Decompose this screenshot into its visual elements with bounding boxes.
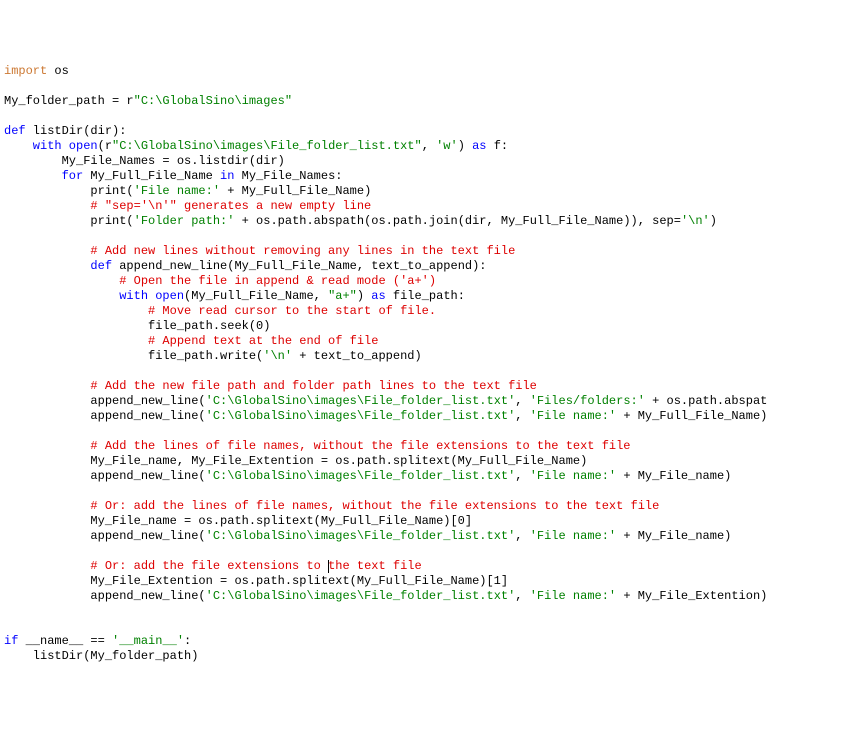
code-line: My_folder_path = r"C:\GlobalSino\images" (4, 94, 849, 109)
code-line: # Add new lines without removing any lin… (4, 244, 849, 259)
code-line: listDir(My_folder_path) (4, 649, 849, 664)
code-line (4, 364, 849, 379)
code-line (4, 424, 849, 439)
code-line: append_new_line('C:\GlobalSino\images\Fi… (4, 469, 849, 484)
code-line: # Or: add the lines of file names, witho… (4, 499, 849, 514)
code-line: append_new_line('C:\GlobalSino\images\Fi… (4, 394, 849, 409)
code-line (4, 604, 849, 619)
code-line: for My_Full_File_Name in My_File_Names: (4, 169, 849, 184)
comment: # Or: add the lines of file names, witho… (4, 499, 659, 513)
comment: # Open the file in append & read mode ('… (4, 274, 436, 288)
code-line: # Add the lines of file names, without t… (4, 439, 849, 454)
code-line: # Open the file in append & read mode ('… (4, 274, 849, 289)
code-line: file_path.seek(0) (4, 319, 849, 334)
comment: # Add the new file path and folder path … (4, 379, 537, 393)
code-line: My_File_Names = os.listdir(dir) (4, 154, 849, 169)
code-line: append_new_line('C:\GlobalSino\images\Fi… (4, 589, 849, 604)
code-line: def listDir(dir): (4, 124, 849, 139)
code-line: # Or: add the file extensions to the tex… (4, 559, 849, 574)
comment: # Add new lines without removing any lin… (4, 244, 515, 258)
code-line (4, 544, 849, 559)
code-line: print('File name:' + My_Full_File_Name) (4, 184, 849, 199)
code-line: if __name__ == '__main__': (4, 634, 849, 649)
code-line (4, 109, 849, 124)
comment: # Append text at the end of file (4, 334, 378, 348)
comment: # Or: add the file extensions to (4, 559, 328, 573)
code-line: file_path.write('\n' + text_to_append) (4, 349, 849, 364)
code-line: # Add the new file path and folder path … (4, 379, 849, 394)
comment: # Move read cursor to the start of file. (4, 304, 436, 318)
comment: # "sep='\n'" generates a new empty line (4, 199, 371, 213)
code-line: # "sep='\n'" generates a new empty line (4, 199, 849, 214)
code-line (4, 79, 849, 94)
comment: # Add the lines of file names, without t… (4, 439, 631, 453)
code-line: My_File_Extention = os.path.splitext(My_… (4, 574, 849, 589)
code-line: append_new_line('C:\GlobalSino\images\Fi… (4, 529, 849, 544)
code-line (4, 484, 849, 499)
code-line (4, 619, 849, 634)
code-line: append_new_line('C:\GlobalSino\images\Fi… (4, 409, 849, 424)
code-line: with open(r"C:\GlobalSino\images\File_fo… (4, 139, 849, 154)
code-line (4, 229, 849, 244)
code-line: with open(My_Full_File_Name, "a+") as fi… (4, 289, 849, 304)
code-line: def append_new_line(My_Full_File_Name, t… (4, 259, 849, 274)
code-line: import os (4, 64, 849, 79)
keyword-import: import (4, 64, 47, 78)
code-line: My_File_name, My_File_Extention = os.pat… (4, 454, 849, 469)
code-line: My_File_name = os.path.splitext(My_Full_… (4, 514, 849, 529)
code-line: print('Folder path:' + os.path.abspath(o… (4, 214, 849, 229)
keyword-def: def (4, 124, 26, 138)
code-editor[interactable]: import os My_folder_path = r"C:\GlobalSi… (4, 64, 849, 664)
code-line: # Append text at the end of file (4, 334, 849, 349)
code-line: # Move read cursor to the start of file. (4, 304, 849, 319)
